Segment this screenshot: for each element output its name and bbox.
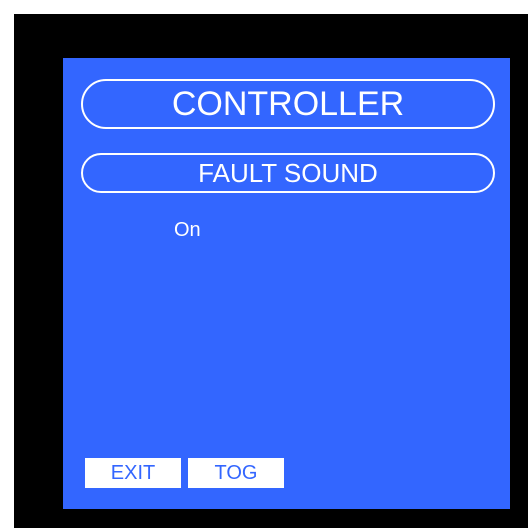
setting-name: FAULT SOUND — [81, 153, 495, 193]
toggle-button[interactable]: TOG — [188, 458, 284, 488]
lcd-screen: CONTROLLER FAULT SOUND On EXIT TOG — [63, 58, 510, 509]
setting-value: On — [174, 219, 201, 241]
exit-button[interactable]: EXIT — [85, 458, 181, 488]
screen-title: CONTROLLER — [81, 79, 495, 129]
device-frame: CONTROLLER FAULT SOUND On EXIT TOG — [14, 14, 528, 528]
